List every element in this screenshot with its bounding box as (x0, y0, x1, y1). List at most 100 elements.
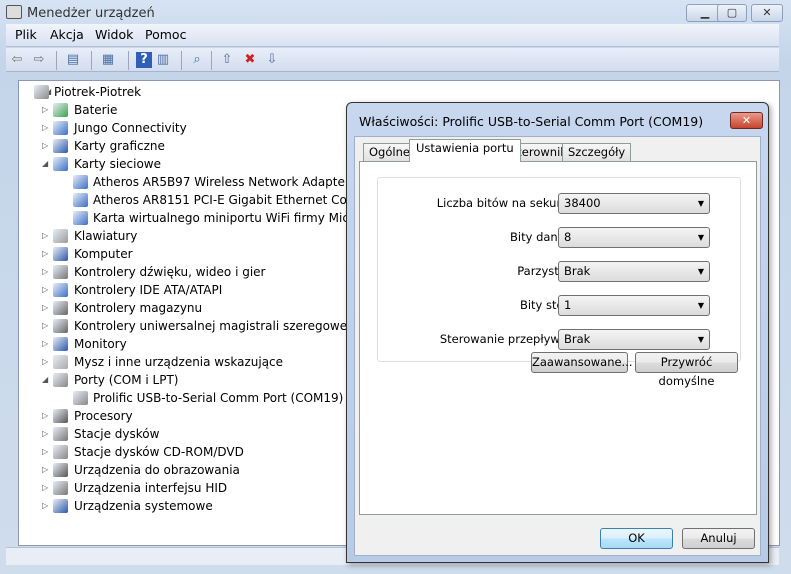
battery-icon (53, 103, 68, 117)
tab-general[interactable]: Ogólne (363, 143, 416, 161)
menu-pomoc[interactable]: Pomoc (145, 27, 186, 42)
expand-icon[interactable]: ▷ (42, 137, 48, 155)
monitor-icon (53, 337, 68, 351)
usb-icon (53, 319, 68, 333)
expand-icon[interactable]: ▷ (42, 245, 48, 263)
menu-plik[interactable]: Plik (15, 27, 37, 42)
tree-item-label: Komputer (74, 247, 133, 261)
cancel-button[interactable]: Anuluj (682, 528, 755, 549)
forward-arrow-icon[interactable]: ⇨ (31, 52, 47, 68)
ok-button[interactable]: OK (600, 528, 673, 549)
tree-item-label: Urządzenia interfejsu HID (74, 481, 228, 495)
chevron-down-icon: ▼ (697, 267, 704, 276)
back-arrow-icon[interactable]: ⇦ (9, 52, 25, 68)
field-dropdown[interactable]: 1 ▼ (558, 295, 710, 316)
toolbar-separator (91, 51, 92, 70)
tree-item-label: Kontrolery magazynu (74, 301, 203, 315)
dropdown-value: 8 (564, 230, 572, 244)
monitor-icon (53, 139, 68, 153)
collapse-icon[interactable]: ◢ (42, 371, 48, 389)
window-title: Menedżer urządzeń (27, 6, 155, 21)
ide-controller-icon (53, 283, 68, 297)
maximize-button[interactable]: ▢ (717, 4, 747, 22)
menu-bar: Plik Akcja Widok Pomoc (6, 24, 779, 47)
tree-item-label: Kontrolery dźwięku, wideo i gier (74, 265, 266, 279)
dialog-title: Właściwości: Prolific USB-to-Serial Comm… (359, 114, 704, 129)
field-dropdown[interactable]: Brak ▼ (558, 329, 710, 350)
computer-icon (53, 247, 68, 261)
dialog-body: Ogólne Ustawienia portu Sterownik Szczeg… (354, 136, 761, 556)
expand-icon[interactable]: ▷ (42, 227, 48, 245)
expand-icon[interactable]: ▷ (42, 281, 48, 299)
field-dropdown[interactable]: 8 ▼ (558, 227, 710, 248)
expand-icon[interactable]: ▷ (42, 443, 48, 461)
field-dropdown[interactable]: Brak ▼ (558, 261, 710, 282)
tree-item-label: Procesory (74, 409, 133, 423)
uninstall-icon[interactable]: ✖ (242, 52, 258, 68)
expand-icon[interactable]: ▷ (42, 263, 48, 281)
expand-icon[interactable]: ▷ (42, 299, 48, 317)
tab-port-settings[interactable]: Ustawienia portu (409, 139, 521, 162)
tree-item-label: Jungo Connectivity (74, 121, 187, 135)
device-manager-icon (6, 5, 22, 19)
show-action-pane-icon[interactable]: ▥ (155, 52, 171, 68)
show-hide-console-tree-icon[interactable]: ▤ (65, 52, 81, 68)
tree-item-label: Piotrek-Piotrek (54, 85, 142, 99)
restore-defaults-button[interactable]: Przywróć domyślne (635, 352, 738, 388)
toolbar-separator (56, 51, 57, 70)
tree-item[interactable]: ◢Piotrek-Piotrek (19, 83, 779, 101)
expand-icon[interactable]: ▷ (42, 479, 48, 497)
tree-item-label: Stacje dysków CD-ROM/DVD (74, 445, 244, 459)
camera-icon (53, 463, 68, 477)
tree-item-label: Stacje dysków (74, 427, 160, 441)
expand-icon[interactable]: ▷ (42, 353, 48, 371)
expand-icon[interactable]: ▷ (42, 407, 48, 425)
tree-item-label: Karta wirtualnego miniportu WiFi firmy M… (93, 211, 384, 225)
tree-item-label: Porty (COM i LPT) (74, 373, 179, 387)
tree-item-label: Urządzenia do obrazowania (74, 463, 240, 477)
update-driver-icon[interactable]: ⇧ (219, 52, 235, 68)
tree-item-label: Monitory (74, 337, 127, 351)
expand-icon[interactable]: ▷ (42, 101, 48, 119)
dialog-close-button[interactable]: ✕ (730, 112, 763, 129)
menu-widok[interactable]: Widok (95, 27, 133, 42)
toolbar-separator (128, 51, 129, 70)
disk-drive-icon (53, 427, 68, 441)
toolbar-separator (181, 51, 182, 70)
cdrom-icon (53, 445, 68, 459)
keyboard-icon (53, 229, 68, 243)
properties-icon[interactable]: ▦ (100, 52, 116, 68)
expand-icon[interactable]: ▷ (42, 119, 48, 137)
close-button[interactable]: ✕ (751, 4, 783, 22)
disable-device-icon[interactable]: ⇩ (264, 52, 280, 68)
tree-item-label: Kontrolery uniwersalnej magistrali szere… (74, 319, 351, 333)
scan-hardware-icon[interactable]: ⌕ (189, 52, 205, 68)
port-icon (53, 373, 68, 387)
chevron-down-icon: ▼ (697, 335, 704, 344)
network-icon (53, 121, 68, 135)
network-adapter-icon (73, 211, 88, 225)
tree-item-label: Karty sieciowe (74, 157, 162, 171)
toolbar-separator (211, 51, 212, 70)
speaker-icon (53, 265, 68, 279)
help-icon[interactable]: ? (136, 52, 152, 68)
collapse-icon[interactable]: ◢ (42, 155, 48, 173)
tree-item-label: Klawiatury (74, 229, 138, 243)
expand-icon[interactable]: ▷ (42, 497, 48, 515)
tree-item-label: Atheros AR5B97 Wireless Network Adapter (93, 175, 350, 189)
dropdown-value: 38400 (564, 196, 601, 210)
advanced-button[interactable]: Zaawansowane... (531, 352, 633, 373)
expand-icon[interactable]: ▷ (42, 425, 48, 443)
expand-icon[interactable]: ▷ (42, 317, 48, 335)
field-dropdown[interactable]: 38400 ▼ (558, 193, 710, 214)
menu-akcja[interactable]: Akcja (50, 27, 84, 42)
expand-icon[interactable]: ▷ (42, 461, 48, 479)
expand-icon[interactable]: ▷ (42, 335, 48, 353)
tab-details[interactable]: Szczegóły (562, 143, 632, 161)
network-icon (53, 157, 68, 171)
dropdown-value: 1 (564, 298, 572, 312)
computer-icon (34, 85, 49, 99)
tree-item-label: Mysz i inne urządzenia wskazujące (74, 355, 284, 369)
system-device-icon (53, 499, 68, 513)
chevron-down-icon: ▼ (697, 199, 704, 208)
